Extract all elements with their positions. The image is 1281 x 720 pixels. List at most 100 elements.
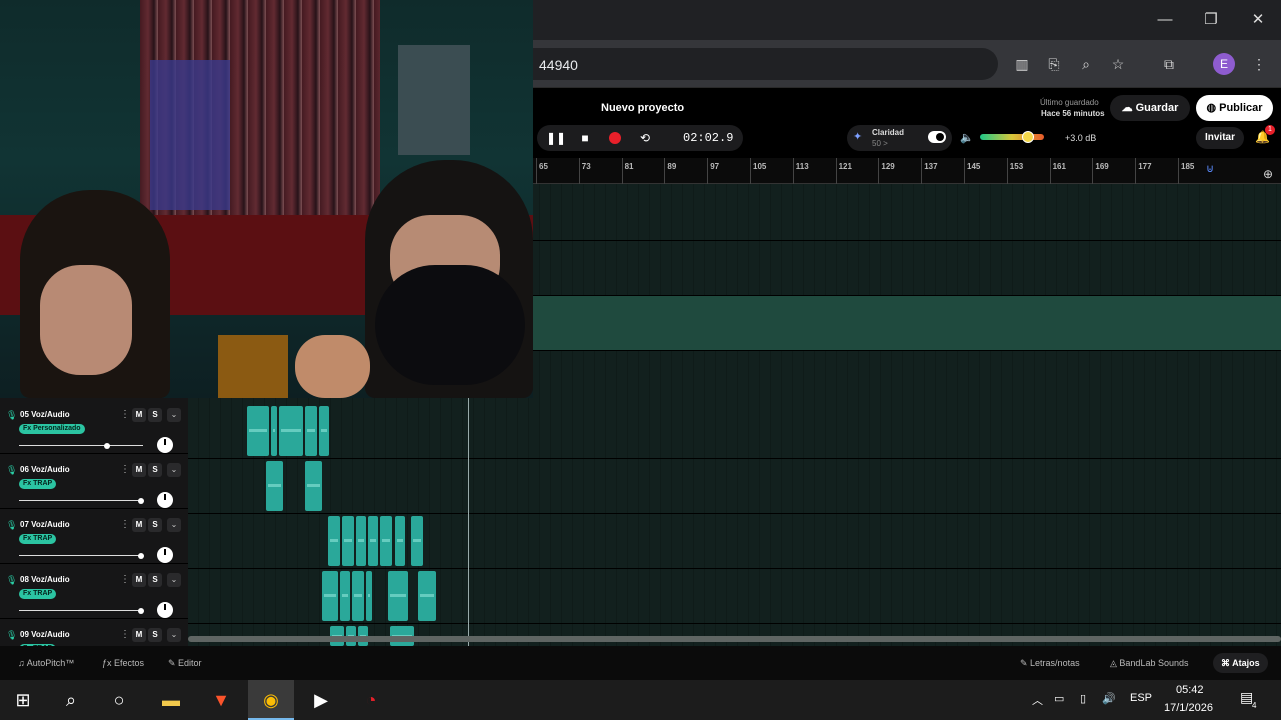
track-name[interactable]: 05 Voz/Audio [20, 410, 70, 419]
clock-date[interactable]: 17/1/2026 [1164, 702, 1213, 714]
tray-chevron-icon[interactable]: ︿ [1032, 692, 1043, 708]
audio-clip[interactable] [356, 516, 366, 566]
file-explorer-icon[interactable]: ▬ [148, 680, 194, 720]
audio-clip[interactable] [271, 406, 277, 456]
audio-clip[interactable] [247, 406, 269, 456]
loop-icon[interactable]: ⟲ [636, 129, 654, 147]
publish-button[interactable]: ◍ Publicar [1196, 95, 1273, 121]
windows-start-icon[interactable]: ⊞ [0, 680, 46, 720]
battery-icon[interactable]: ▯ [1080, 692, 1086, 705]
volume-icon[interactable]: 🔈 [960, 131, 974, 144]
brave-browser-icon[interactable]: ▼ [198, 680, 244, 720]
chevron-down-icon[interactable]: ⌄ [167, 463, 181, 477]
search-icon[interactable]: ⌕ [48, 680, 94, 720]
audio-clip[interactable] [411, 516, 423, 566]
chrome-icon[interactable]: ◉ [248, 680, 294, 720]
profile-avatar[interactable]: E [1213, 53, 1235, 75]
stop-icon[interactable]: ■ [576, 129, 594, 147]
pause-icon[interactable]: ❚❚ [546, 129, 566, 147]
network-icon[interactable]: ▭ [1054, 692, 1064, 705]
piano-icon[interactable]: ▥ [1012, 54, 1032, 74]
fx-preset-badge[interactable]: Fx Personalizado [19, 424, 85, 434]
volume-fader-knob[interactable] [104, 443, 110, 449]
audio-clip[interactable] [342, 516, 354, 566]
editor-button[interactable]: ✎ Editor [160, 653, 210, 673]
fx-preset-badge[interactable]: Fx TRAP [19, 534, 57, 544]
audio-clip[interactable] [279, 406, 303, 456]
master-volume-slider[interactable] [980, 134, 1044, 140]
volume-fader[interactable] [19, 445, 143, 446]
media-player-icon[interactable]: ▶ [298, 680, 344, 720]
snap-icon[interactable]: ⊍ [1206, 162, 1214, 175]
horizontal-scrollbar[interactable] [188, 636, 1281, 642]
mute-button[interactable]: M [132, 463, 146, 477]
track-header[interactable]: 🎙 05 Voz/Audio ⋮ M S ⌄ Fx Personalizado [0, 400, 188, 454]
track-menu-icon[interactable]: ⋮ [120, 519, 130, 530]
bookmark-star-icon[interactable]: ☆ [1108, 54, 1128, 74]
chevron-down-icon[interactable]: ⌄ [167, 518, 181, 532]
audio-clip[interactable] [368, 516, 378, 566]
mute-button[interactable]: M [132, 408, 146, 422]
clarity-toggle[interactable] [928, 131, 946, 143]
track-menu-icon[interactable]: ⋮ [120, 574, 130, 585]
clock-time[interactable]: 05:42 [1176, 684, 1204, 696]
chevron-down-icon[interactable]: ⌄ [167, 573, 181, 587]
project-title[interactable]: Nuevo proyecto [601, 102, 684, 114]
volume-fader[interactable] [19, 610, 143, 611]
cortana-icon[interactable]: ○ [96, 680, 142, 720]
timeline-ruler[interactable]: 65 73 81 89 97 105 113 121 129 137 145 153 161 169 177… [533, 158, 1281, 184]
audio-clip[interactable] [305, 461, 322, 511]
mute-button[interactable]: M [132, 628, 146, 642]
selected-track-lane[interactable] [533, 296, 1281, 350]
close-icon[interactable]: ✕ [1246, 8, 1270, 32]
pan-knob[interactable] [157, 547, 173, 563]
audio-clip[interactable] [418, 571, 436, 621]
track-menu-icon[interactable]: ⋮ [120, 629, 130, 640]
chevron-down-icon[interactable]: ⌄ [167, 408, 181, 422]
mute-button[interactable]: M [132, 518, 146, 532]
volume-fader-knob[interactable] [138, 553, 144, 559]
audio-clip[interactable] [388, 571, 408, 621]
zoom-in-icon[interactable]: ⊕ [1258, 164, 1278, 184]
pan-knob[interactable] [157, 437, 173, 453]
sounds-button[interactable]: ◬ BandLab Sounds [1102, 653, 1196, 673]
solo-button[interactable]: S [148, 573, 162, 587]
volume-fader[interactable] [19, 555, 143, 556]
track-menu-icon[interactable]: ⋮ [120, 409, 130, 420]
track-header[interactable]: 🎙 06 Voz/Audio ⋮ M S ⌄ Fx TRAP [0, 455, 188, 509]
shortcuts-button[interactable]: ⌘ Atajos [1213, 653, 1268, 673]
speaker-icon[interactable]: 🔊 [1102, 692, 1116, 705]
invite-button[interactable]: Invitar [1196, 127, 1244, 149]
audio-clip[interactable] [319, 406, 329, 456]
minimize-icon[interactable]: — [1153, 8, 1177, 32]
solo-button[interactable]: S [148, 408, 162, 422]
extensions-icon[interactable]: ⧉ [1159, 54, 1179, 74]
clarity-value[interactable]: 50 > [872, 139, 888, 148]
effects-button[interactable]: ƒx Efectos [94, 653, 152, 673]
mute-button[interactable]: M [132, 573, 146, 587]
audio-clip[interactable] [305, 406, 317, 456]
audio-clip[interactable] [352, 571, 364, 621]
browser-menu-icon[interactable]: ⋮ [1249, 54, 1269, 74]
fx-preset-badge[interactable]: Fx TRAP [19, 479, 57, 489]
track-menu-icon[interactable]: ⋮ [120, 464, 130, 475]
url-text[interactable]: 44940 [539, 57, 578, 73]
chevron-down-icon[interactable]: ⌄ [167, 628, 181, 642]
volume-fader-knob[interactable] [138, 608, 144, 614]
solo-button[interactable]: S [148, 463, 162, 477]
audio-clip[interactable] [366, 571, 372, 621]
record-button[interactable] [609, 132, 621, 144]
audio-clip[interactable] [340, 571, 350, 621]
language-indicator[interactable]: ESP [1130, 692, 1152, 704]
pan-knob[interactable] [157, 602, 173, 618]
volume-fader-knob[interactable] [138, 498, 144, 504]
save-button[interactable]: ☁ Guardar [1110, 95, 1190, 121]
track-name[interactable]: 06 Voz/Audio [20, 465, 70, 474]
track-name[interactable]: 08 Voz/Audio [20, 575, 70, 584]
audio-clip[interactable] [328, 516, 340, 566]
install-app-icon[interactable]: ⎘ [1044, 54, 1064, 74]
master-volume-knob[interactable] [1022, 131, 1034, 143]
track-name[interactable]: 09 Voz/Audio [20, 630, 70, 639]
playhead[interactable] [468, 398, 469, 646]
audio-clip[interactable] [322, 571, 338, 621]
